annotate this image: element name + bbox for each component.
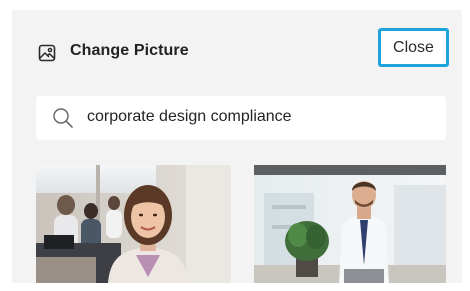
search-query[interactable]: corporate design compliance [87,108,292,126]
man-office-photo [254,165,446,283]
close-button[interactable]: Close [378,28,449,67]
search-icon [52,107,74,129]
panel-header: Change Picture Close [12,10,462,90]
dialog-title: Change Picture [70,42,189,59]
image-result-woman[interactable] [36,165,231,283]
woman-office-photo [36,165,231,283]
search-input[interactable]: corporate design compliance [36,96,446,140]
picture-icon [38,44,56,62]
image-result-man[interactable] [254,165,446,283]
change-picture-panel: Change Picture Close corporate design co… [12,10,462,283]
